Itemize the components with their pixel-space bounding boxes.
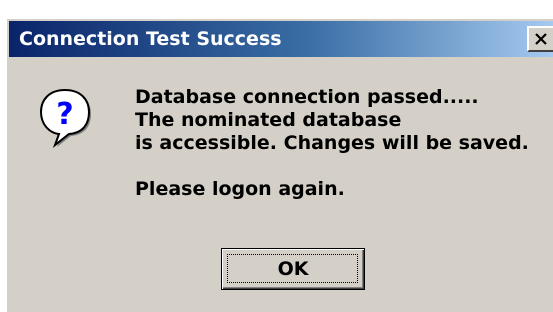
question-icon: ? bbox=[39, 88, 91, 148]
message-line: The nominated database bbox=[135, 109, 402, 131]
dialog-title: Connection Test Success bbox=[19, 28, 282, 50]
connection-test-dialog: Connection Test Success ? Database conne… bbox=[5, 17, 553, 312]
message-line: Database connection passed..... bbox=[135, 86, 479, 108]
close-button[interactable] bbox=[527, 26, 553, 52]
close-icon bbox=[535, 33, 547, 45]
message-line: is accessible. Changes will be saved. bbox=[135, 132, 529, 154]
message-spacer bbox=[135, 155, 529, 178]
ok-button[interactable]: OK bbox=[221, 248, 365, 290]
message-text: Database connection passed..... The nomi… bbox=[135, 86, 529, 201]
logon-prompt: Please logon again. bbox=[135, 178, 345, 200]
title-bar[interactable]: Connection Test Success bbox=[9, 21, 553, 57]
ok-button-label: OK bbox=[277, 258, 309, 280]
svg-text:?: ? bbox=[56, 97, 73, 132]
